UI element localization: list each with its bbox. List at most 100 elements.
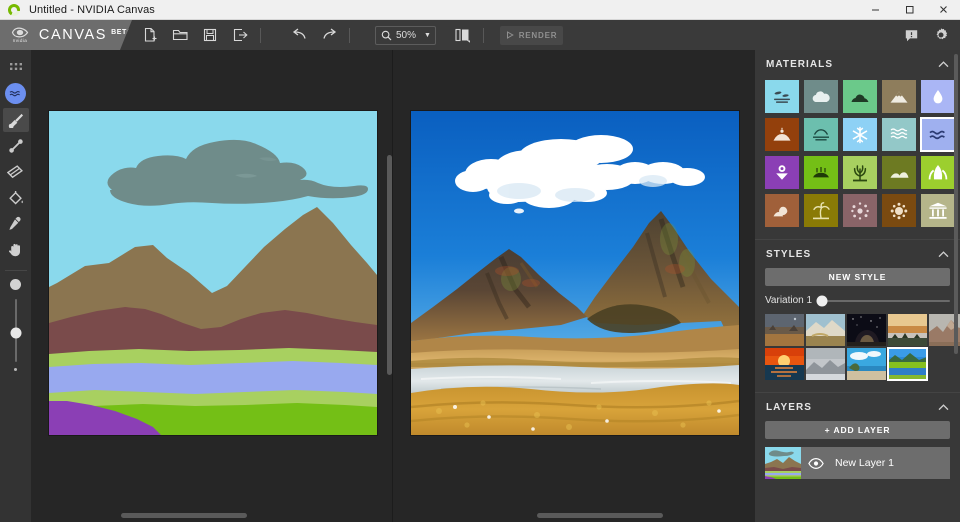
save-file-button[interactable]	[195, 20, 225, 50]
chevron-up-icon[interactable]	[938, 404, 949, 411]
material-straw[interactable]	[882, 194, 916, 227]
sketch-artboard[interactable]	[48, 110, 378, 436]
toolbar-divider-2	[349, 28, 350, 43]
material-river[interactable]	[921, 118, 955, 151]
beta-badge: BETA	[111, 29, 132, 36]
styles-section-header: STYLES	[755, 240, 960, 268]
eye-icon	[808, 458, 824, 469]
material-beach[interactable]	[804, 194, 838, 227]
nvidia-canvas-window: Untitled - NVIDIA Canvas	[0, 0, 960, 522]
render-artboard[interactable]	[410, 110, 740, 436]
render-horizontal-scrollbar[interactable]	[537, 513, 663, 518]
render-button[interactable]: RENDER	[500, 26, 563, 45]
zoom-tool-group: 50% ▼	[375, 20, 436, 50]
brush-tool-button[interactable]	[3, 108, 29, 132]
new-style-button[interactable]: NEW STYLE	[765, 268, 950, 286]
maximize-button[interactable]	[892, 0, 926, 20]
app-toolbar: nvidia CANVAS BETA	[0, 20, 960, 50]
style-thumbnail-6[interactable]	[765, 348, 804, 380]
material-dirt[interactable]	[843, 194, 877, 227]
style-thumbnail-2[interactable]	[806, 314, 845, 346]
chevron-down-icon[interactable]: ▼	[424, 32, 431, 39]
zoom-level-value: 50%	[396, 30, 420, 41]
minimize-button[interactable]	[858, 0, 892, 20]
materials-grid	[755, 78, 960, 227]
history-tool-group	[284, 20, 355, 50]
material-cloud[interactable]	[804, 80, 838, 113]
style-thumbnail-4[interactable]	[888, 314, 927, 346]
material-sand[interactable]	[765, 194, 799, 227]
material-mud[interactable]	[765, 118, 799, 151]
eraser-tool-button[interactable]	[3, 160, 29, 184]
variation-slider[interactable]	[820, 300, 950, 302]
chevron-up-icon[interactable]	[938, 61, 949, 68]
material-sky[interactable]	[765, 80, 799, 113]
layer-thumbnail	[765, 447, 801, 479]
material-water[interactable]	[921, 80, 955, 113]
play-icon	[506, 31, 514, 39]
chevron-up-icon[interactable]	[938, 251, 949, 258]
render-pane	[392, 50, 755, 522]
material-flowers[interactable]	[765, 156, 799, 189]
layers-section-header: LAYERS	[755, 393, 960, 421]
close-button[interactable]	[926, 0, 960, 20]
material-swatch[interactable]	[5, 83, 26, 104]
layer-visibility-toggle[interactable]	[801, 458, 831, 469]
brand-area: nvidia CANVAS BETA	[0, 20, 132, 50]
layer-list-item[interactable]: New Layer 1	[765, 447, 950, 479]
nvidia-app-icon	[7, 3, 21, 17]
nvidia-logo-icon: nvidia	[9, 27, 31, 44]
redo-button[interactable]	[314, 20, 344, 50]
view-tool-group	[448, 20, 489, 50]
material-ruins[interactable]	[921, 194, 955, 227]
material-sea[interactable]	[882, 118, 916, 151]
right-panel: MATERIALS	[755, 50, 960, 522]
toolbar-divider-1	[260, 28, 261, 43]
variation-label: Variation 1	[765, 295, 812, 306]
material-grass[interactable]	[804, 156, 838, 189]
view-mode-button[interactable]	[448, 20, 478, 50]
eyedropper-tool-button[interactable]	[3, 212, 29, 236]
grid-dots-icon[interactable]	[3, 55, 29, 79]
layers-title: LAYERS	[766, 402, 812, 413]
rail-divider	[5, 270, 27, 271]
settings-button[interactable]	[926, 20, 956, 50]
style-thumbnail-7[interactable]	[806, 348, 845, 380]
undo-button[interactable]	[284, 20, 314, 50]
material-bush[interactable]	[843, 80, 877, 113]
add-layer-button[interactable]: + ADD LAYER	[765, 421, 950, 439]
render-tool-group: RENDER	[500, 20, 563, 50]
brush-size-slider[interactable]	[15, 299, 17, 362]
panel-scrollbar[interactable]	[954, 54, 958, 354]
material-snow[interactable]	[843, 118, 877, 151]
open-file-button[interactable]	[165, 20, 195, 50]
styles-grid	[755, 306, 960, 380]
fill-tool-button[interactable]	[3, 186, 29, 210]
line-tool-button[interactable]	[3, 134, 29, 158]
window-title: Untitled - NVIDIA Canvas	[29, 4, 155, 16]
style-thumbnail-9[interactable]	[888, 348, 927, 380]
material-fog[interactable]	[804, 118, 838, 151]
variation-slider-handle[interactable]	[817, 295, 828, 306]
material-plant[interactable]	[843, 156, 877, 189]
toolbar-divider-3	[483, 28, 484, 43]
material-rock[interactable]	[882, 156, 916, 189]
material-tree[interactable]	[921, 156, 955, 189]
material-hill[interactable]	[882, 80, 916, 113]
canvas-workspace	[31, 50, 755, 522]
brush-size-slider-handle[interactable]	[10, 328, 21, 339]
pan-tool-button[interactable]	[3, 238, 29, 262]
export-file-button[interactable]	[225, 20, 255, 50]
hand-icon	[8, 242, 23, 258]
style-thumbnail-3[interactable]	[847, 314, 886, 346]
info-button[interactable]	[896, 20, 926, 50]
style-thumbnail-8[interactable]	[847, 348, 886, 380]
sketch-horizontal-scrollbar[interactable]	[121, 513, 247, 518]
new-file-button[interactable]	[135, 20, 165, 50]
line-icon	[8, 138, 24, 154]
zoom-control[interactable]: 50% ▼	[375, 26, 436, 45]
file-tool-group	[135, 20, 266, 50]
style-thumbnail-1[interactable]	[765, 314, 804, 346]
toolbar-right-group	[896, 20, 956, 50]
search-icon	[381, 30, 392, 41]
